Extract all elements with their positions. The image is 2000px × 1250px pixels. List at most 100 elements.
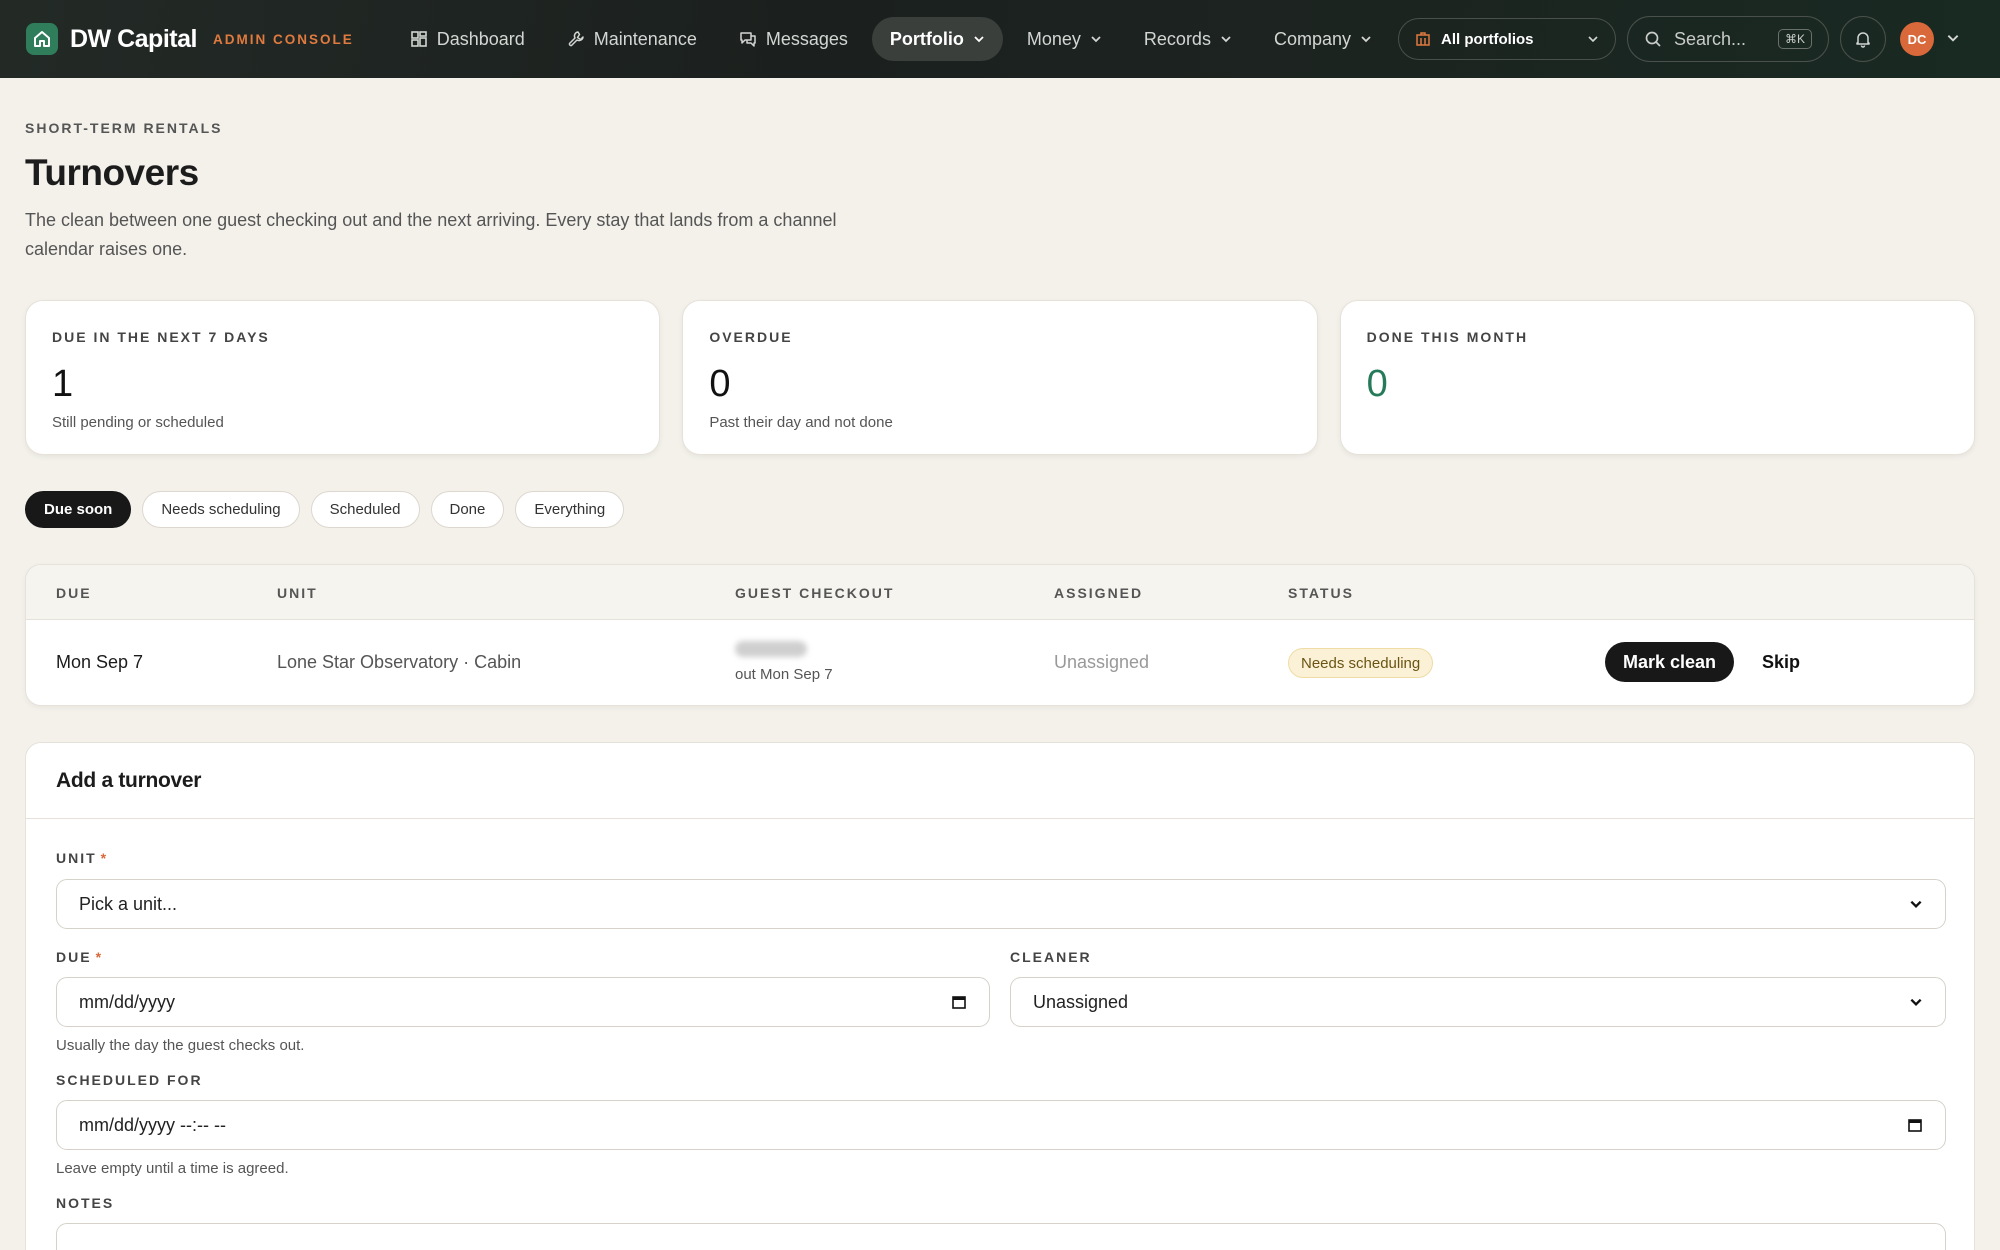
status-badge: Needs scheduling: [1288, 648, 1434, 678]
chevron-down-icon: [1361, 36, 1371, 43]
filter-needs-scheduling[interactable]: Needs scheduling: [142, 491, 300, 528]
nav-label: Company: [1273, 28, 1351, 49]
row-unit[interactable]: Lone Star Observatory · Cabin: [277, 652, 521, 673]
brand-subtitle: ADMIN CONSOLE: [212, 31, 354, 47]
stat-value: 1: [52, 363, 74, 405]
top-navigation-bar: DW Capital ADMIN CONSOLE Dashboard Maint…: [0, 0, 2000, 78]
stat-label: DONE THIS MONTH: [1366, 329, 1529, 345]
due-date-input[interactable]: mm/dd/yyyy: [56, 977, 990, 1027]
cleaner-select[interactable]: Unassigned: [1010, 977, 1946, 1027]
building-icon: [1416, 32, 1430, 46]
scheduled-for-label: SCHEDULED FOR: [56, 1072, 203, 1088]
grid-icon: [410, 31, 427, 47]
filter-scheduled[interactable]: Scheduled: [310, 491, 420, 528]
chat-icon: [740, 32, 756, 47]
main-nav: Dashboard Maintenance Messages Portfolio…: [392, 17, 1390, 61]
scheduled-for-value: mm/dd/yyyy --:-- --: [79, 1114, 226, 1135]
page-eyebrow: SHORT-TERM RENTALS: [25, 120, 223, 136]
notes-textarea[interactable]: [56, 1223, 1946, 1250]
scheduled-for-input[interactable]: mm/dd/yyyy --:-- --: [56, 1100, 1946, 1150]
table-header: DUE UNIT GUEST CHECKOUT ASSIGNED STATUS: [26, 565, 1974, 620]
required-mark: *: [95, 949, 104, 965]
nav-label: Maintenance: [593, 28, 697, 49]
column-header-assigned: ASSIGNED: [1054, 585, 1144, 601]
turnovers-table: DUE UNIT GUEST CHECKOUT ASSIGNED STATUS …: [25, 564, 1975, 706]
stats-row: DUE IN THE NEXT 7 DAYS 1 Still pending o…: [25, 300, 1975, 455]
bell-icon: [1856, 32, 1870, 48]
filter-done[interactable]: Done: [430, 491, 505, 528]
stat-label: OVERDUE: [709, 329, 793, 345]
stat-value: 0: [1366, 363, 1388, 405]
user-avatar[interactable]: DC: [1900, 22, 1934, 56]
chevron-down-icon: [1588, 36, 1598, 43]
home-logo-icon: [26, 23, 58, 55]
stat-card-due-next-7-days: DUE IN THE NEXT 7 DAYS 1 Still pending o…: [25, 300, 661, 455]
nav-label: Records: [1143, 28, 1211, 49]
search-shortcut: ⌘K: [1777, 29, 1812, 49]
notes-label: NOTES: [56, 1195, 115, 1211]
search-icon: [1645, 31, 1661, 47]
stat-label: DUE IN THE NEXT 7 DAYS: [52, 329, 270, 345]
row-assigned: Unassigned: [1054, 652, 1150, 672]
nav-company[interactable]: Company: [1256, 17, 1390, 61]
brand-name: DW Capital: [70, 24, 197, 53]
table-row: Mon Sep 7 Lone Star Observatory · Cabin …: [26, 620, 1974, 705]
stat-note: Still pending or scheduled: [52, 414, 224, 431]
nav-label: Portfolio: [889, 28, 964, 49]
calendar-icon[interactable]: [951, 994, 967, 1010]
required-mark: *: [100, 850, 109, 866]
portfolio-filter-value: All portfolios: [1441, 30, 1534, 48]
global-search[interactable]: Search... ⌘K: [1627, 16, 1829, 62]
nav-portfolio[interactable]: Portfolio: [871, 17, 1003, 61]
page-title: Turnovers: [25, 152, 199, 193]
page-description: The clean between one guest checking out…: [25, 210, 837, 259]
wrench-icon: [568, 31, 584, 47]
column-header-guest-checkout: GUEST CHECKOUT: [735, 585, 895, 601]
cleaner-label: CLEANER: [1010, 949, 1092, 965]
form-title: Add a turnover: [26, 743, 1974, 819]
skip-button[interactable]: Skip: [1762, 652, 1800, 673]
portfolio-filter-select[interactable]: All portfolios: [1398, 18, 1616, 60]
filter-due-soon[interactable]: Due soon: [25, 491, 132, 528]
chevron-down-icon: [1091, 36, 1101, 43]
unit-select[interactable]: Pick a unit...: [56, 879, 1946, 929]
nav-maintenance[interactable]: Maintenance: [549, 17, 715, 61]
brand[interactable]: DW Capital ADMIN CONSOLE: [26, 23, 354, 55]
column-header-due: DUE: [56, 585, 92, 601]
due-label-text: DUE: [56, 949, 92, 965]
mark-clean-button[interactable]: Mark clean: [1605, 642, 1735, 682]
search-placeholder: Search...: [1674, 28, 1747, 49]
chevron-down-icon: [974, 36, 984, 43]
scheduled-for-hint: Leave empty until a time is agreed.: [56, 1160, 289, 1177]
nav-dashboard[interactable]: Dashboard: [392, 17, 543, 61]
nav-label: Dashboard: [436, 28, 525, 49]
stat-note: Past their day and not done: [709, 414, 893, 431]
nav-messages[interactable]: Messages: [721, 17, 866, 61]
status-filter-tabs: Due soon Needs scheduling Scheduled Done…: [25, 491, 1975, 528]
nav-label: Messages: [765, 28, 848, 49]
notifications-button[interactable]: [1840, 16, 1886, 62]
chevron-down-icon: [1910, 998, 1922, 1006]
unit-label-text: UNIT: [56, 850, 97, 866]
due-hint: Usually the day the guest checks out.: [56, 1037, 305, 1054]
chevron-down-icon: [1221, 36, 1231, 43]
stat-card-done-this-month: DONE THIS MONTH 0: [1339, 300, 1975, 455]
calendar-icon[interactable]: [1907, 1117, 1923, 1133]
row-due-date: Mon Sep 7: [56, 652, 144, 672]
column-header-status: STATUS: [1288, 585, 1354, 601]
column-header-unit: UNIT: [277, 585, 318, 601]
nav-records[interactable]: Records: [1126, 17, 1250, 61]
redacted-guest-name: [735, 641, 807, 657]
nav-label: Money: [1026, 28, 1081, 49]
cleaner-select-value: Unassigned: [1033, 991, 1129, 1012]
unit-label: UNIT *: [56, 850, 108, 866]
stat-card-overdue: OVERDUE 0 Past their day and not done: [682, 300, 1318, 455]
add-turnover-form: Add a turnover UNIT * Pick a unit... DUE *…: [25, 742, 1975, 1250]
due-label: DUE *: [56, 949, 103, 965]
nav-money[interactable]: Money: [1009, 17, 1120, 61]
filter-everything[interactable]: Everything: [515, 491, 625, 528]
stat-value: 0: [709, 363, 731, 405]
chevron-down-icon[interactable]: [1946, 31, 1960, 45]
chevron-down-icon: [1910, 900, 1922, 908]
unit-select-value: Pick a unit...: [79, 893, 178, 914]
